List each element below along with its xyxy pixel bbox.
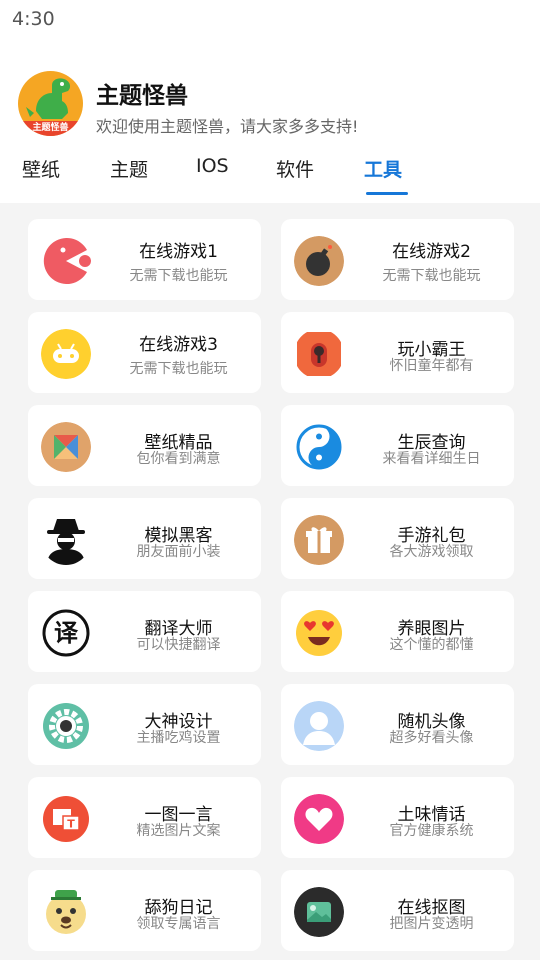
tab-bar: 壁纸 主题 IOS 软件 工具	[0, 155, 540, 195]
tool-card-online-game-3[interactable]: 在线游戏3 无需下载也能玩	[28, 312, 261, 393]
card-subtitle: 领取专属语言	[136, 916, 221, 932]
card-subtitle: 主播吃鸡设置	[136, 730, 221, 746]
bomb-icon	[294, 236, 344, 286]
card-subtitle: 无需下载也能玩	[129, 268, 228, 284]
translate-icon: 译	[42, 609, 90, 657]
status-time: 4:30	[12, 8, 55, 30]
tool-card-pretty-pics[interactable]: 养眼图片 这个懂的都懂	[281, 591, 514, 672]
settings-gear-icon	[43, 703, 89, 749]
tool-card-hacker[interactable]: 模拟黑客 朋友面前小装	[28, 498, 261, 579]
logo-ribbon-text: 主题怪兽	[18, 121, 83, 136]
card-subtitle: 怀旧童年都有	[389, 358, 474, 374]
tool-card-translate[interactable]: 译 翻译大师 可以快捷翻译	[28, 591, 261, 672]
tool-card-online-game-2[interactable]: 在线游戏2 无需下载也能玩	[281, 219, 514, 300]
app-logo: 主题怪兽	[18, 71, 83, 136]
picture-icon	[294, 887, 344, 937]
joystick-icon	[297, 332, 341, 376]
card-subtitle: 朋友面前小装	[136, 544, 221, 560]
pacman-icon	[43, 238, 91, 284]
heart-icon	[294, 794, 344, 844]
card-title: 在线游戏1	[139, 242, 218, 262]
tool-card-online-game-1[interactable]: 在线游戏1 无需下载也能玩	[28, 219, 261, 300]
tool-card-birthday[interactable]: 生辰查询 来看看详细生日	[281, 405, 514, 486]
app-subtitle: 欢迎使用主题怪兽，请大家多多支持!	[96, 117, 359, 136]
tool-card-gift[interactable]: 手游礼包 各大游戏领取	[281, 498, 514, 579]
tool-card-dog-diary[interactable]: 舔狗日记 领取专属语言	[28, 870, 261, 951]
card-title: 在线游戏2	[392, 242, 471, 262]
card-title: 在线游戏3	[139, 335, 218, 355]
tool-card-wallpaper[interactable]: 壁纸精品 包你看到满意	[28, 405, 261, 486]
gamepad-icon	[41, 329, 91, 379]
tool-card-random-avatar[interactable]: 随机头像 超多好看头像	[281, 684, 514, 765]
card-subtitle: 来看看详细生日	[382, 451, 481, 467]
tangram-icon	[41, 422, 91, 472]
heart-eyes-emoji-icon	[296, 610, 342, 656]
tool-card-cutout[interactable]: 在线抠图 把图片变透明	[281, 870, 514, 951]
card-subtitle: 把图片变透明	[389, 916, 474, 932]
app-title: 主题怪兽	[96, 83, 188, 109]
card-subtitle: 这个懂的都懂	[389, 637, 474, 653]
card-subtitle: 可以快捷翻译	[136, 637, 221, 653]
card-subtitle: 包你看到满意	[136, 451, 221, 467]
active-tab-indicator	[366, 192, 408, 195]
svg-text:译: 译	[54, 619, 79, 647]
tab-theme[interactable]: 主题	[110, 155, 148, 182]
card-subtitle: 各大游戏领取	[389, 544, 474, 560]
avatar-silhouette-icon	[294, 701, 344, 751]
card-subtitle: 精选图片文案	[136, 823, 221, 839]
gift-icon	[294, 515, 344, 565]
svg-text:T: T	[67, 818, 75, 831]
tab-software[interactable]: 软件	[276, 155, 314, 182]
card-subtitle: 官方健康系统	[389, 823, 474, 839]
image-text-icon: T	[43, 796, 89, 842]
tool-card-retro-console[interactable]: 玩小霸王 怀旧童年都有	[281, 312, 514, 393]
card-subtitle: 无需下载也能玩	[129, 361, 228, 377]
card-subtitle: 无需下载也能玩	[382, 268, 481, 284]
tab-ios[interactable]: IOS	[196, 155, 229, 177]
tab-tools[interactable]: 工具	[364, 155, 402, 182]
tab-wallpaper[interactable]: 壁纸	[22, 155, 60, 182]
hacker-icon	[47, 519, 85, 565]
header-panel: 4:30 主题怪兽 主题怪兽 欢迎使用主题怪兽，请大家多多支持! 壁纸 主题 I…	[0, 0, 540, 203]
yin-yang-icon	[296, 424, 342, 470]
tool-card-image-quote[interactable]: T 一图一言 精选图片文案	[28, 777, 261, 858]
card-subtitle: 超多好看头像	[389, 730, 474, 746]
tool-card-pro-settings[interactable]: 大神设计 主播吃鸡设置	[28, 684, 261, 765]
dog-face-icon	[46, 890, 86, 934]
tool-card-love-words[interactable]: 土味情话 官方健康系统	[281, 777, 514, 858]
